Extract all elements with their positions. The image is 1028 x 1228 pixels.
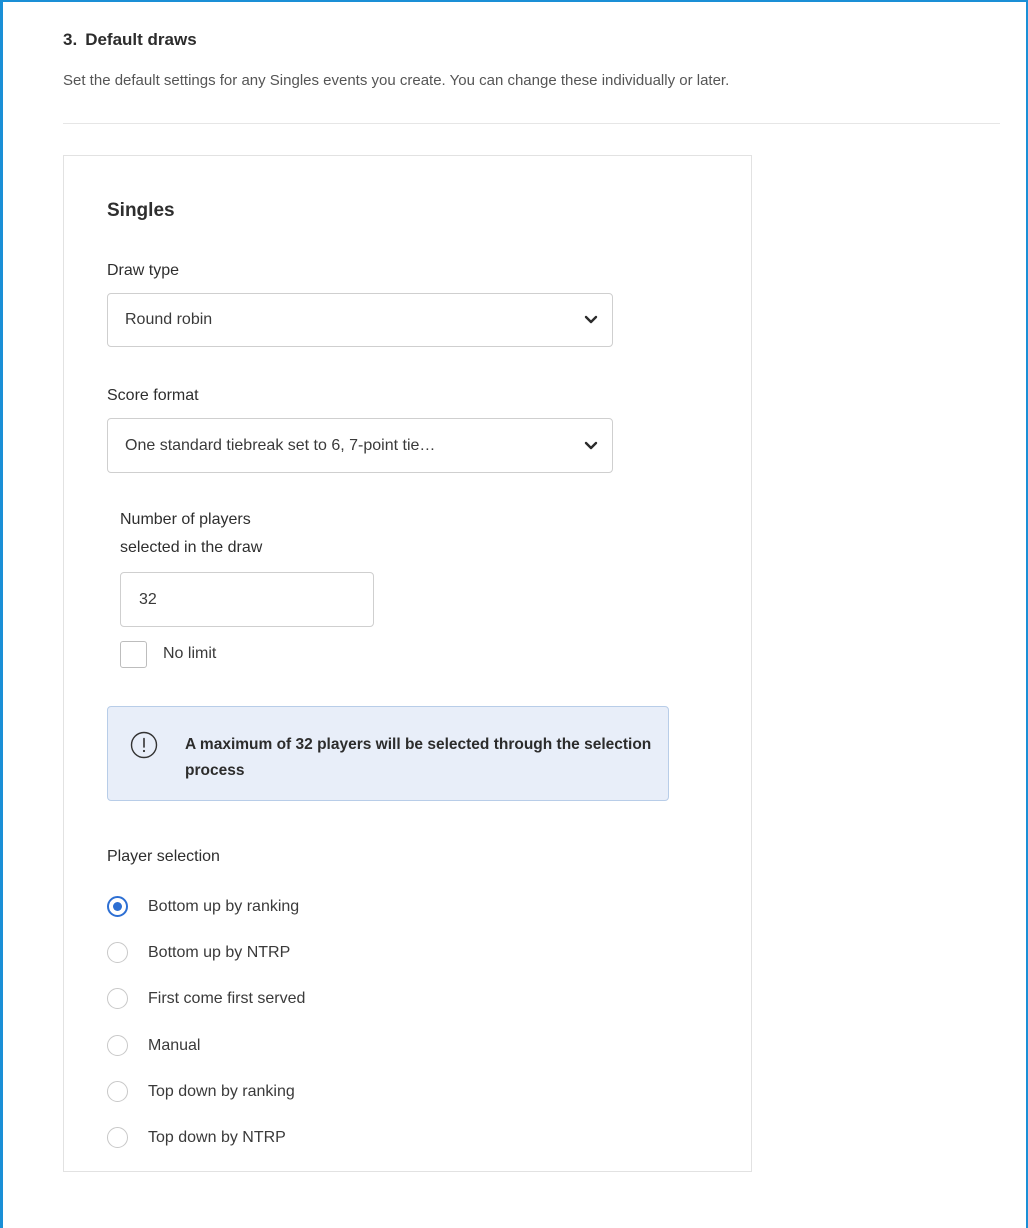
radio-label: Manual: [148, 1036, 201, 1054]
score-format-select[interactable]: One standard tiebreak set to 6, 7-point …: [107, 418, 613, 473]
radio-bottom-up-ntrp[interactable]: Bottom up by NTRP: [107, 942, 290, 963]
radio-button[interactable]: [107, 896, 128, 917]
radio-top-down-ranking[interactable]: Top down by ranking: [107, 1081, 295, 1102]
radio-label: Top down by ranking: [148, 1082, 295, 1100]
radio-top-down-ntrp[interactable]: Top down by NTRP: [107, 1127, 286, 1148]
no-limit-checkbox[interactable]: [120, 641, 147, 668]
radio-button[interactable]: [107, 1127, 128, 1148]
chevron-down-icon: [584, 441, 598, 449]
score-format-value: One standard tiebreak set to 6, 7-point …: [125, 436, 436, 454]
chevron-down-icon: [584, 315, 598, 324]
radio-manual[interactable]: Manual: [107, 1035, 200, 1056]
section-title: 3. Default draws: [63, 30, 197, 50]
info-icon: [130, 731, 158, 759]
draw-type-value: Round robin: [125, 311, 213, 328]
players-count-input[interactable]: [120, 572, 374, 627]
radio-label: Top down by NTRP: [148, 1128, 286, 1146]
section-divider: [63, 123, 1000, 124]
radio-label: Bottom up by ranking: [148, 897, 300, 915]
radio-button[interactable]: [107, 1035, 128, 1056]
draw-type-label: Draw type: [107, 262, 180, 279]
radio-button[interactable]: [107, 1081, 128, 1102]
singles-title: Singles: [107, 200, 175, 221]
player-selection-label: Player selection: [107, 848, 220, 865]
radio-label: First come first served: [148, 989, 306, 1007]
section-number: 3.: [63, 30, 78, 49]
section-description: Set the default settings for any Singles…: [63, 72, 730, 89]
players-label-line2: selected in the draw: [120, 539, 263, 556]
radio-button[interactable]: [107, 942, 128, 963]
radio-bottom-up-ranking[interactable]: Bottom up by ranking: [107, 896, 299, 917]
radio-first-come-first-served[interactable]: First come first served: [107, 988, 305, 1009]
players-label-line1: Number of players: [120, 511, 251, 528]
section-title-text: Default draws: [85, 30, 197, 49]
draw-type-select[interactable]: Round robin: [107, 293, 613, 347]
radio-label: Bottom up by NTRP: [148, 943, 291, 961]
info-text: A maximum of 32 players will be selected…: [185, 736, 652, 779]
score-format-label: Score format: [107, 387, 199, 404]
no-limit-label: No limit: [163, 645, 217, 662]
radio-button[interactable]: [107, 988, 128, 1009]
